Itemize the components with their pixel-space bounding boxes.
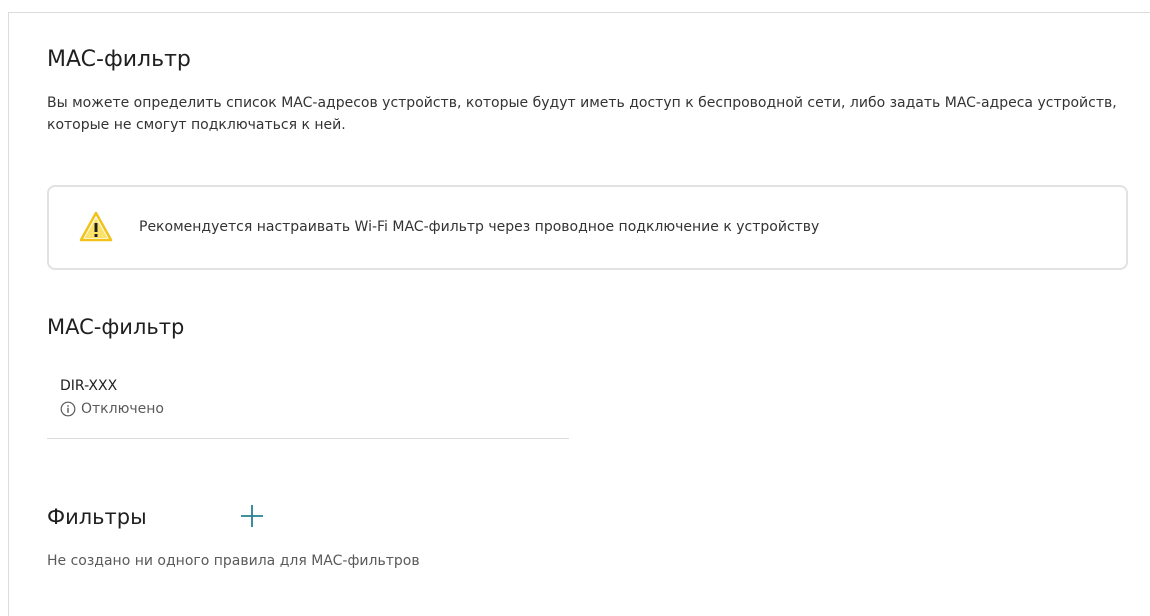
mac-filter-section-title: MAC-фильтр xyxy=(47,315,185,339)
status-row: Отключено xyxy=(60,399,164,419)
warning-text: Рекомендуется настраивать Wi-Fi MAC-филь… xyxy=(139,219,820,235)
filters-section-title: Фильтры xyxy=(47,505,147,529)
device-name: DIR-XXX xyxy=(60,378,118,394)
page-title: MAC-фильтр xyxy=(47,47,191,72)
plus-icon xyxy=(238,505,266,533)
empty-filters-message: Не создано ни одного правила для MAC-фил… xyxy=(47,553,420,569)
warning-triangle-icon xyxy=(79,211,113,243)
page-description: Вы можете определить список MAC-адресов … xyxy=(47,95,1117,133)
info-icon xyxy=(60,401,76,417)
mac-filter-entry[interactable]: DIR-XXX Отключено xyxy=(47,372,569,439)
warning-banner: Рекомендуется настраивать Wi-Fi MAC-филь… xyxy=(47,185,1128,270)
add-filter-button[interactable] xyxy=(238,502,266,530)
status-text: Отключено xyxy=(81,401,164,417)
